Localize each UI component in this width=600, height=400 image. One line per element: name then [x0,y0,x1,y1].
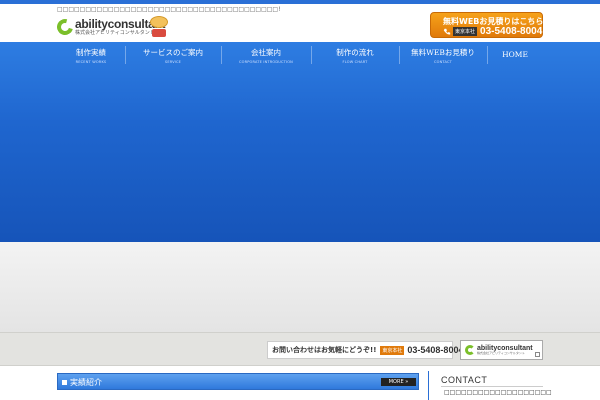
contact-prompt: お問い合わせはお気軽にどうぞ!! [272,346,377,354]
header-tagline: □□□□□□□□□□□□□□□□□□□□□□□□□□□□□□□□□□□□□□□! [57,6,281,13]
hero-banner: 制作実績 RECENT WORKS サービスのご案内 SERVICE 会社案内 … [0,42,600,242]
logo-mark-icon [465,345,475,355]
award-badge-icon [150,16,168,38]
office-tag: 東京本社 [453,27,478,36]
phone-number: 03-5408-8004 [480,26,543,37]
nav-item-service[interactable]: サービスのご案内 SERVICE [125,42,221,68]
site-header: □□□□□□□□□□□□□□□□□□□□□□□□□□□□□□□□□□□□□□□!… [0,4,600,42]
nav-item-company[interactable]: 会社案内 CORPORATE INTRODUCTION [221,42,311,68]
contact-strip: お問い合わせはお気軽にどうぞ!! 東京本社 03-5408-8004 abili… [0,332,600,366]
nav-item-flow[interactable]: 制作の流れ FLOW CHART [311,42,399,68]
works-title: 実績紹介 [70,378,102,387]
logo-mark-icon [54,16,76,38]
hero-shadow-band [0,242,600,332]
external-link-icon [535,352,540,357]
sidebar-divider [428,371,429,400]
contact-office-tag: 東京本社 [380,345,405,355]
site-logo[interactable]: abilityconsultant 株式会社アビリティコンサルタント [54,15,166,39]
works-section-header: 実績紹介 MORE » [57,373,419,390]
bullet-square-icon [62,380,67,385]
contact-phone-number: 03-5408-8004 [407,345,464,355]
estimate-phone-button[interactable]: 無料WEBお見積りはこちらから 東京本社 03-5408-8004 [430,12,559,38]
company-logo-link[interactable]: abilityconsultant 株式会社アビリティコンサルタント [460,340,543,360]
more-button[interactable]: MORE » [381,378,416,386]
sidebar-contact-desc: □□□□□□□□□□□□□□□□□□□ [444,389,552,396]
nav-item-works[interactable]: 制作実績 RECENT WORKS [57,42,125,68]
contact-phone-banner[interactable]: お問い合わせはお気軽にどうぞ!! 東京本社 03-5408-8004 [267,341,463,359]
nav-item-contact[interactable]: 無料WEBお見積り CONTACT [399,42,487,68]
phone-icon [443,28,451,35]
sidebar-heading-rule [441,386,543,387]
main-nav: 制作実績 RECENT WORKS サービスのご案内 SERVICE 会社案内 … [57,42,543,68]
sidebar-contact-heading: CONTACT [441,375,488,385]
nav-item-home[interactable]: HOME [487,42,543,68]
